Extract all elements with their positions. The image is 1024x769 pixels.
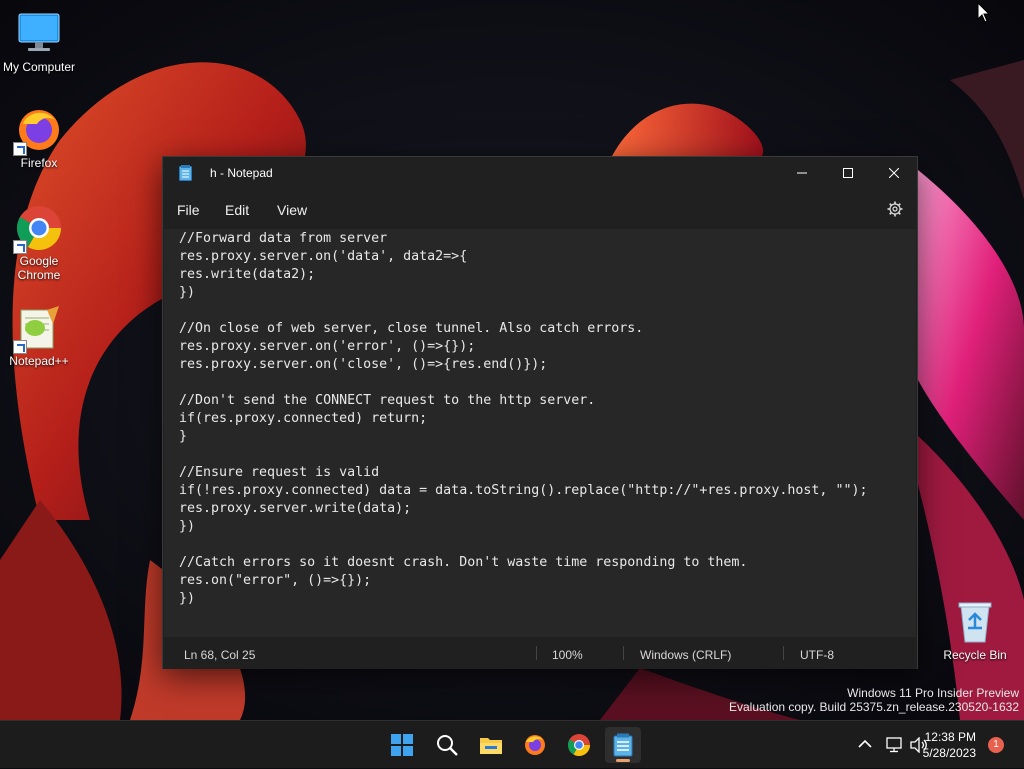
desktop-icon-label: Google Chrome bbox=[17, 254, 61, 282]
taskbar: 12:38 PM 5/28/2023 1 bbox=[0, 720, 1024, 768]
desktop-icon-firefox[interactable]: Firefox bbox=[1, 106, 77, 170]
status-separator bbox=[623, 646, 624, 660]
desktop-icon-notepadpp[interactable]: Notepad++ bbox=[1, 304, 77, 368]
maximize-button[interactable] bbox=[825, 157, 871, 189]
desktop-icon-my-computer[interactable]: My Computer bbox=[1, 10, 77, 74]
windows-watermark: Windows 11 Pro Insider Preview Evaluatio… bbox=[729, 686, 1019, 714]
taskbar-firefox[interactable] bbox=[517, 727, 553, 763]
clock-time: 12:38 PM bbox=[924, 730, 976, 744]
monitor-icon bbox=[15, 10, 63, 58]
status-cursor-position: Ln 68, Col 25 bbox=[184, 648, 256, 662]
status-encoding[interactable]: UTF-8 bbox=[800, 648, 834, 662]
desktop-icon-google-chrome[interactable]: Google Chrome bbox=[1, 204, 77, 282]
close-icon bbox=[889, 168, 899, 178]
notification-badge[interactable]: 1 bbox=[988, 737, 1004, 753]
mouse-cursor-icon bbox=[977, 2, 991, 23]
taskbar-notepad[interactable] bbox=[605, 727, 641, 763]
maximize-icon bbox=[843, 168, 853, 178]
folder-icon bbox=[480, 738, 502, 754]
desktop-icon-label: Firefox bbox=[20, 156, 58, 170]
settings-gear-icon[interactable] bbox=[887, 201, 903, 217]
clock[interactable]: 12:38 PM 5/28/2023 bbox=[906, 729, 976, 761]
notepad-window[interactable]: h - Notepad File Edit View //Forward dat… bbox=[162, 156, 918, 669]
watermark-line1: Windows 11 Pro Insider Preview bbox=[847, 686, 1019, 700]
windows-logo-icon bbox=[391, 734, 413, 756]
status-line-ending[interactable]: Windows (CRLF) bbox=[640, 648, 731, 662]
minimize-button[interactable] bbox=[779, 157, 825, 189]
taskbar-file-explorer[interactable] bbox=[473, 727, 509, 763]
notepadpp-icon bbox=[13, 304, 63, 354]
chrome-icon bbox=[13, 204, 63, 254]
desktop-icon-label: My Computer bbox=[2, 60, 76, 74]
desktop-icon-label: Recycle Bin bbox=[943, 648, 1007, 662]
watermark-line2: Evaluation copy. Build 25375.zn_release.… bbox=[729, 700, 1019, 714]
menu-view[interactable]: View bbox=[277, 202, 307, 218]
firefox-icon bbox=[13, 106, 63, 156]
status-separator bbox=[536, 646, 537, 660]
notepad-app-icon bbox=[613, 733, 633, 757]
status-bar: Ln 68, Col 25 100% Windows (CRLF) UTF-8 bbox=[163, 637, 917, 669]
recycle-bin-icon bbox=[951, 598, 999, 646]
system-tray: 12:38 PM 5/28/2023 1 bbox=[824, 721, 1024, 769]
title-bar[interactable]: h - Notepad bbox=[163, 157, 917, 189]
taskbar-start-button[interactable] bbox=[384, 727, 420, 763]
clock-date: 5/28/2023 bbox=[922, 746, 976, 760]
taskbar-search-button[interactable] bbox=[429, 727, 465, 763]
menu-edit[interactable]: Edit bbox=[225, 202, 249, 218]
show-hidden-icons-chevron-icon[interactable] bbox=[858, 739, 872, 749]
active-app-indicator bbox=[616, 759, 630, 762]
shortcut-arrow-icon bbox=[13, 340, 27, 354]
minimize-icon bbox=[797, 172, 807, 174]
notepad-app-icon bbox=[179, 165, 192, 181]
editor-text[interactable]: //Forward data from server res.proxy.ser… bbox=[179, 230, 867, 608]
shortcut-arrow-icon bbox=[13, 142, 27, 156]
status-separator bbox=[783, 646, 784, 660]
desktop-icon-label: Notepad++ bbox=[9, 354, 69, 368]
shortcut-arrow-icon bbox=[13, 240, 27, 254]
taskbar-chrome[interactable] bbox=[561, 727, 597, 763]
menu-file[interactable]: File bbox=[177, 202, 200, 218]
menu-bar: File Edit View bbox=[163, 193, 917, 225]
text-editor-area[interactable]: //Forward data from server res.proxy.ser… bbox=[164, 229, 916, 637]
search-icon bbox=[437, 735, 458, 756]
firefox-icon bbox=[525, 735, 545, 755]
chrome-icon bbox=[568, 734, 590, 756]
network-icon[interactable] bbox=[886, 737, 904, 753]
desktop-icon-recycle-bin[interactable]: Recycle Bin bbox=[937, 598, 1013, 662]
window-title: h - Notepad bbox=[210, 166, 273, 180]
close-button[interactable] bbox=[871, 157, 917, 189]
status-zoom[interactable]: 100% bbox=[552, 648, 583, 662]
